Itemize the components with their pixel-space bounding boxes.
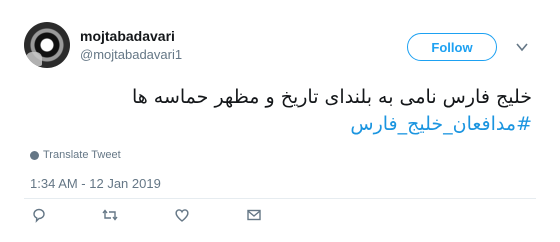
follow-button[interactable]: Follow (407, 33, 497, 61)
tweet-text: خلیج فارس نامی به بلندای تاریخ و مظهر حم… (131, 86, 532, 108)
share-dm-button[interactable] (245, 206, 263, 224)
reply-button[interactable] (30, 206, 48, 224)
avatar[interactable] (24, 22, 70, 68)
tweet-timestamp[interactable]: 1:34 AM - 12 Jan 2019 (30, 176, 161, 191)
avatar-hand-shape (26, 52, 42, 66)
author-handle[interactable]: @mojtabadavari1 (80, 47, 182, 62)
tweet-body: خلیج فارس نامی به بلندای تاریخ و مظهر حم… (32, 84, 532, 138)
translate-tweet-link[interactable]: Translate Tweet (30, 149, 121, 161)
envelope-icon (247, 209, 261, 221)
globe-icon (30, 150, 39, 160)
reply-icon (33, 208, 45, 223)
divider (24, 198, 536, 199)
author-display-name[interactable]: mojtabadavari (80, 28, 175, 44)
like-button[interactable] (173, 206, 191, 224)
heart-icon (175, 209, 189, 222)
translate-label: Translate Tweet (43, 149, 121, 161)
hashtag-link[interactable]: #مدافعان_خلیج_فارس (32, 111, 532, 138)
retweet-button[interactable] (101, 206, 119, 224)
retweet-icon (102, 209, 118, 221)
chevron-down-icon[interactable] (515, 40, 529, 54)
